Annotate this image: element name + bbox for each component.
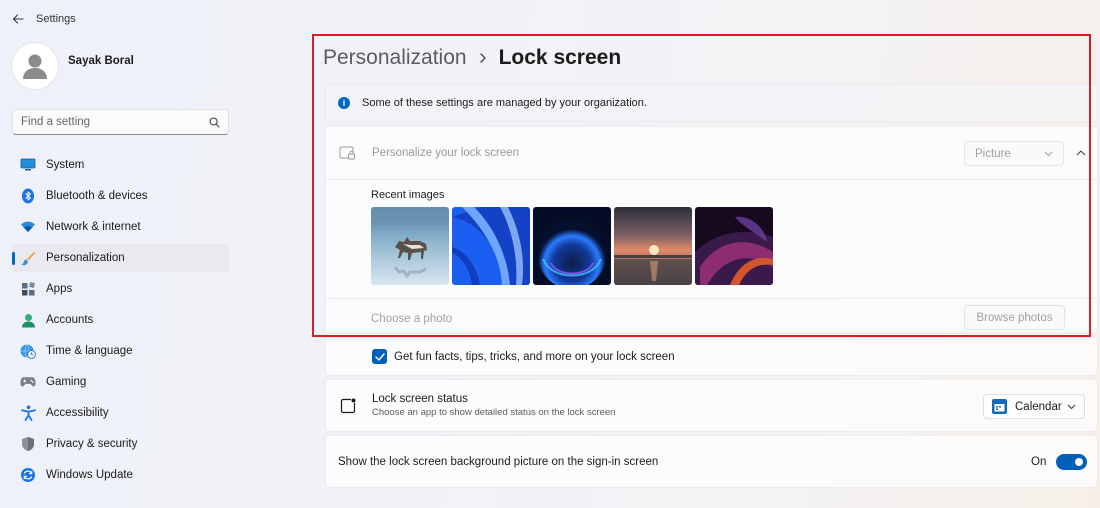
sidebar-item-label: Accessibility <box>46 407 109 419</box>
recent-images-label: Recent images <box>371 189 445 201</box>
sidebar-item-system[interactable]: System <box>12 151 229 179</box>
lock-screen-status-card: Lock screen status Choose an app to show… <box>325 379 1098 432</box>
fun-facts-row: Get fun facts, tips, tricks, and more on… <box>325 337 1098 376</box>
search-icon <box>209 116 220 128</box>
globe-clock-icon <box>20 343 36 359</box>
lock-screen-status-icon <box>340 398 356 413</box>
monitor-icon <box>20 157 36 173</box>
wifi-icon <box>20 219 36 235</box>
app-title: Settings <box>36 13 76 25</box>
sidebar-item-label: Gaming <box>46 376 87 388</box>
sidebar-item-bluetooth[interactable]: Bluetooth & devices <box>12 182 229 210</box>
sidebar-item-label: Windows Update <box>46 469 133 481</box>
lock-screen-status-description: Choose an app to show detailed status on… <box>372 407 616 418</box>
sidebar-item-label: Network & internet <box>46 221 141 233</box>
checkmark-icon <box>374 352 385 361</box>
page-title: Lock screen <box>498 46 622 69</box>
breadcrumb-parent-link[interactable]: Personalization <box>323 46 467 70</box>
user-name: Sayak Boral <box>68 55 134 67</box>
recent-image-wolf[interactable] <box>371 207 449 285</box>
sidebar-item-windows-update[interactable]: Windows Update <box>12 461 229 489</box>
lock-screen-mode-dropdown[interactable]: Picture <box>964 141 1064 166</box>
browse-photos-button[interactable]: Browse photos <box>964 305 1065 330</box>
gamepad-icon <box>20 374 36 390</box>
sidebar-item-network[interactable]: Network & internet <box>12 213 229 241</box>
recent-image-purple-swirl[interactable] <box>695 207 773 285</box>
search-box[interactable] <box>12 109 229 135</box>
back-arrow-icon <box>12 14 24 24</box>
title-bar: Settings <box>0 0 300 38</box>
sidebar-item-accounts[interactable]: Accounts <box>12 306 229 334</box>
paintbrush-icon <box>20 250 36 266</box>
chevron-down-icon <box>1067 404 1076 409</box>
choose-photo-label: Choose a photo <box>371 313 453 325</box>
personalize-lock-screen-header[interactable]: Personalize your lock screen Picture <box>326 127 1097 180</box>
sidebar-item-label: Apps <box>46 283 73 295</box>
recent-images-list <box>371 207 773 285</box>
chevron-up-icon <box>1076 150 1086 156</box>
apps-icon <box>20 281 36 297</box>
info-text: Some of these settings are managed by yo… <box>362 97 647 109</box>
signin-background-card: Show the lock screen background picture … <box>325 435 1098 488</box>
signin-background-toggle[interactable] <box>1056 454 1087 470</box>
collapse-button[interactable] <box>1070 142 1092 164</box>
person-avatar-icon <box>23 54 47 79</box>
status-app-value: Calendar <box>1015 400 1062 413</box>
sidebar-item-time-language[interactable]: Time & language <box>12 337 229 365</box>
bluetooth-icon <box>20 188 36 204</box>
lock-screen-status-title: Lock screen status <box>372 393 468 405</box>
sidebar-item-label: Time & language <box>46 345 133 357</box>
lock-screen-mode-value: Picture <box>975 147 1011 160</box>
calendar-icon <box>992 399 1007 414</box>
avatar[interactable] <box>12 43 58 89</box>
info-icon: i <box>338 97 350 109</box>
sidebar-nav: System Bluetooth & devices Network & int… <box>12 151 229 492</box>
sidebar-item-gaming[interactable]: Gaming <box>12 368 229 396</box>
back-button[interactable] <box>0 0 36 38</box>
sidebar-item-label: Personalization <box>46 252 125 264</box>
sidebar-item-privacy[interactable]: Privacy & security <box>12 430 229 458</box>
fun-facts-label: Get fun facts, tips, tricks, and more on… <box>394 350 675 363</box>
sidebar-item-label: System <box>46 159 85 171</box>
sidebar-item-label: Bluetooth & devices <box>46 190 148 202</box>
recent-image-blue-bloom[interactable] <box>533 207 611 285</box>
sidebar-item-accessibility[interactable]: Accessibility <box>12 399 229 427</box>
sidebar-item-apps[interactable]: Apps <box>12 275 229 303</box>
user-profile[interactable]: Sayak Boral <box>12 43 134 89</box>
divider <box>326 298 1097 299</box>
update-icon <box>20 467 36 483</box>
signin-background-label: Show the lock screen background picture … <box>338 455 659 468</box>
sidebar-item-label: Accounts <box>46 314 94 326</box>
lock-screen-icon <box>339 146 355 159</box>
toggle-state-label: On <box>1031 456 1047 468</box>
status-app-dropdown[interactable]: Calendar <box>983 394 1085 419</box>
shield-icon <box>20 436 36 452</box>
person-icon <box>20 312 36 328</box>
accessibility-icon <box>20 405 36 421</box>
breadcrumb: Personalization Lock screen <box>323 44 621 72</box>
sidebar-item-label: Privacy & security <box>46 438 138 450</box>
personalize-lock-screen-card: Personalize your lock screen Picture Rec… <box>325 126 1098 334</box>
chevron-right-icon <box>479 52 487 64</box>
toggle-knob <box>1075 458 1083 466</box>
recent-image-sunset[interactable] <box>614 207 692 285</box>
sidebar-item-personalization[interactable]: Personalization <box>12 244 229 272</box>
chevron-down-icon <box>1044 151 1053 156</box>
managed-info-bar: i Some of these settings are managed by … <box>325 84 1098 122</box>
personalize-lock-screen-label: Personalize your lock screen <box>372 147 520 159</box>
fun-facts-checkbox[interactable] <box>372 349 387 364</box>
recent-image-blue-ribbons[interactable] <box>452 207 530 285</box>
search-input[interactable] <box>21 116 209 128</box>
